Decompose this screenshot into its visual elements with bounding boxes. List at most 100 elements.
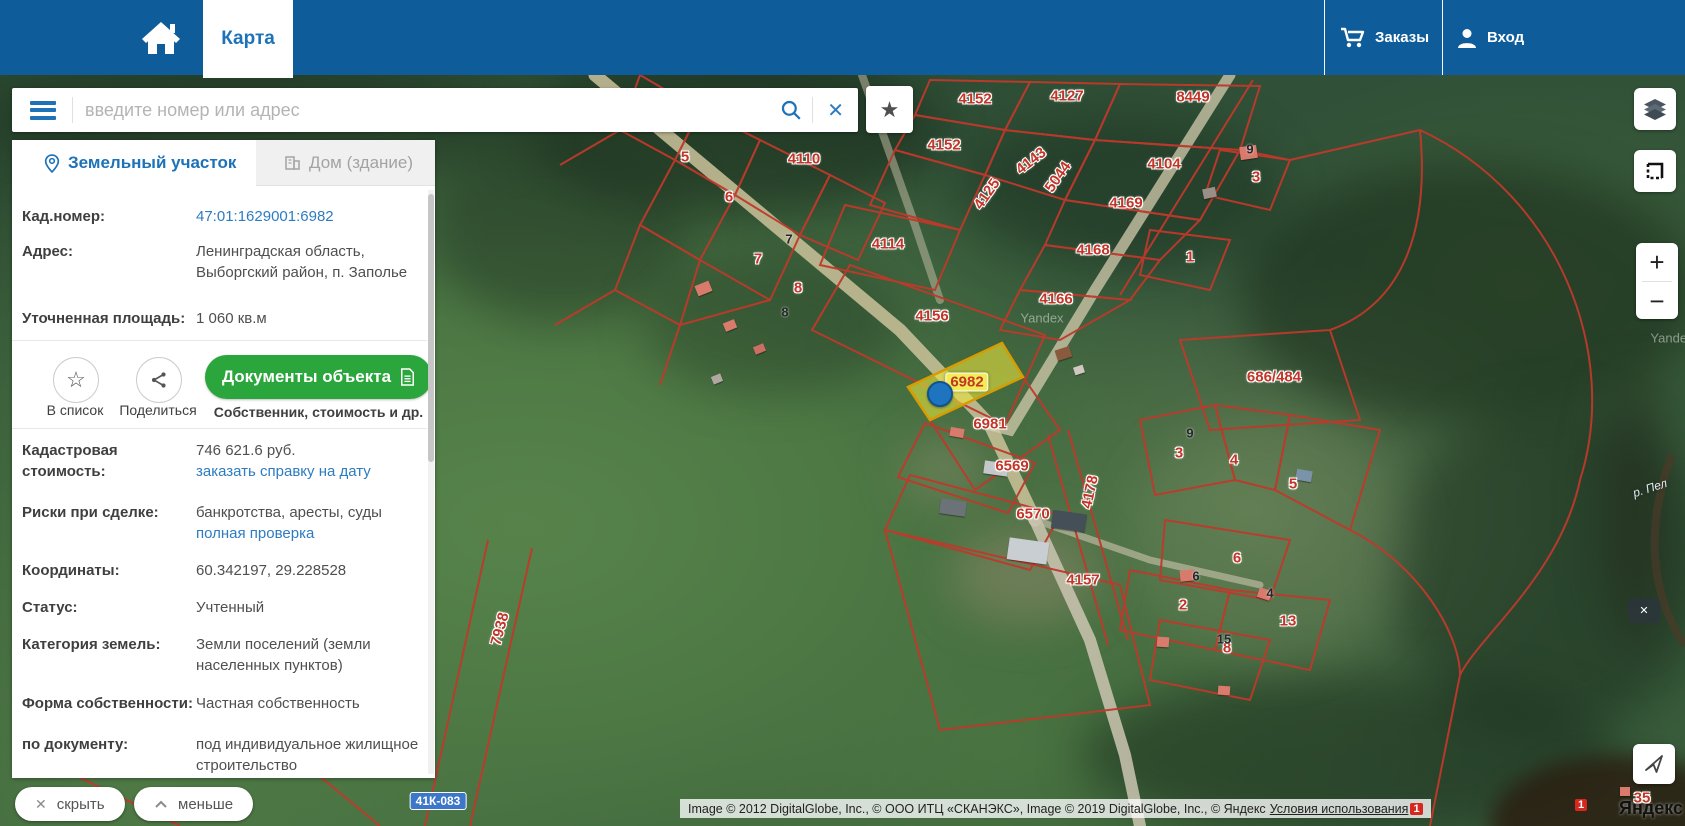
cadastral-cost-label: Кадастровая стоимость: [22,442,118,480]
tab-house-building[interactable]: Дом (здание) [256,140,435,186]
object-documents-button[interactable]: Документы объекта [205,355,432,399]
tab-map[interactable]: Карта [203,0,293,78]
map-label: 7 [785,231,793,247]
chevron-up-icon [155,800,167,808]
panel-scrollbar-thumb[interactable] [428,194,434,462]
zoom-in-button[interactable]: + [1636,243,1678,281]
favorites-button[interactable]: ★ [866,86,913,133]
map-label: 686/484 [1246,368,1302,386]
address-value: Ленинградская область, Выборгский район,… [196,243,408,281]
map-label: 4157 [1066,571,1100,589]
map-label: 4156 [915,307,949,325]
roads [588,75,1264,826]
header-divider [1442,0,1443,75]
add-to-list-button[interactable]: ☆ [53,357,99,403]
by-document-label: по документу: [22,736,129,753]
document-icon [401,368,415,386]
map-label: 13 [1279,612,1297,630]
cart-icon [1341,27,1365,47]
full-check-link[interactable]: полная проверка [196,523,428,544]
map-label: 6981 [973,415,1007,433]
star-icon: ★ [879,96,900,122]
geolocation-button[interactable] [1633,744,1675,784]
cad-number-label: Кад.номер: [22,208,105,225]
login-button[interactable]: Вход [1456,0,1524,75]
yandex-logo[interactable]: Яндекс [1619,798,1683,819]
map-label: Yandex [1020,310,1064,326]
share-button[interactable] [136,357,182,403]
close-icon: ✕ [1639,605,1649,617]
map-label: 4166 [1039,290,1073,308]
map-attribution: Image © 2012 DigitalGlobe, Inc., © ООО И… [680,799,1431,818]
map-label: 5 [1288,475,1298,493]
search-divider [72,97,73,123]
hide-panel-button[interactable]: ✕ скрыть [15,787,125,821]
land-category-label: Категория земель: [22,636,161,653]
home-icon [142,22,180,54]
collapse-panel-button[interactable]: меньше [134,787,254,821]
location-pin-icon [44,153,60,173]
zoom-out-button[interactable]: − [1636,282,1678,320]
layers-button[interactable] [1634,88,1676,130]
risks-value: банкротства, аресты, суды полная проверк… [196,502,428,544]
map-label: 9 [1246,141,1254,157]
tab-house-label: Дом (здание) [309,152,414,172]
terms-of-use-link[interactable]: Условия использования [1270,802,1409,816]
map-label: 4104 [1147,155,1181,173]
map-label: 1 [1574,799,1588,811]
tab-land-parcel[interactable]: Земельный участок [12,140,256,186]
map-label: 1 [1185,248,1195,266]
panel-scrollbar[interactable] [428,190,434,774]
clear-search-icon[interactable]: ✕ [813,98,858,123]
share-icon [151,372,166,388]
orders-button[interactable]: Заказы [1340,0,1429,75]
home-button[interactable] [132,14,190,62]
map-label: 6 [1192,568,1200,584]
zoom-control: + − [1636,243,1678,319]
map-label: 6569 [995,457,1029,475]
add-to-list-label: В список [46,402,104,418]
map-label: 4152 [927,136,961,154]
map-label: 4127 [1050,87,1084,105]
cadastral-cost-value: 746 621.6 руб. заказать справку на дату [196,440,428,482]
map-label: 41К-083 [409,792,467,810]
attribution-text: Image © 2012 DigitalGlobe, Inc., © ООО И… [688,801,1266,816]
login-label: Вход [1487,29,1525,46]
land-category-value: Земли поселений (земли населенных пункто… [196,636,371,674]
cost-reference-link[interactable]: заказать справку на дату [196,461,428,482]
map-label: 8 [781,304,789,320]
search-bar: ✕ [12,88,858,132]
ownership-label: Форма собственности: [22,695,193,712]
close-icon: ✕ [35,795,47,812]
collapsed-widget-button[interactable]: ✕ [1628,598,1660,623]
selected-point-marker [927,381,953,407]
cad-number-link[interactable]: 47:01:1629001:6982 [196,206,428,227]
geolocation-arrow-icon [1645,755,1663,773]
map-label: 4 [1229,451,1239,469]
search-input[interactable] [79,99,781,121]
building-icon [285,156,300,170]
measure-button[interactable] [1634,150,1676,192]
share-label: Поделиться [119,402,197,418]
building-footprint [1217,685,1231,696]
area-label: Уточненная площадь: [22,310,186,327]
map-label: 4152 [958,90,992,108]
map-label: 8449 [1176,88,1210,106]
map-label: 3 [1251,168,1261,186]
tab-land-label: Земельный участок [68,153,237,172]
panel-divider [12,428,427,429]
panel-divider [12,340,427,341]
map-label: 4169 [1109,194,1143,212]
measure-icon [1646,162,1664,180]
menu-button[interactable] [30,100,56,120]
search-icon[interactable] [780,99,802,121]
map-label: 2 [1178,596,1188,614]
map-label: 15 [1216,631,1232,647]
status-value: Учтенный [196,599,265,616]
address-label: Адрес: [22,243,73,260]
coordinates-label: Координаты: [22,562,120,579]
map-label: 6 [1232,549,1242,567]
building-footprint [1620,787,1630,796]
app-header: Карта Заказы Вход [0,0,1685,78]
docs-button-label: Документы объекта [221,367,392,386]
